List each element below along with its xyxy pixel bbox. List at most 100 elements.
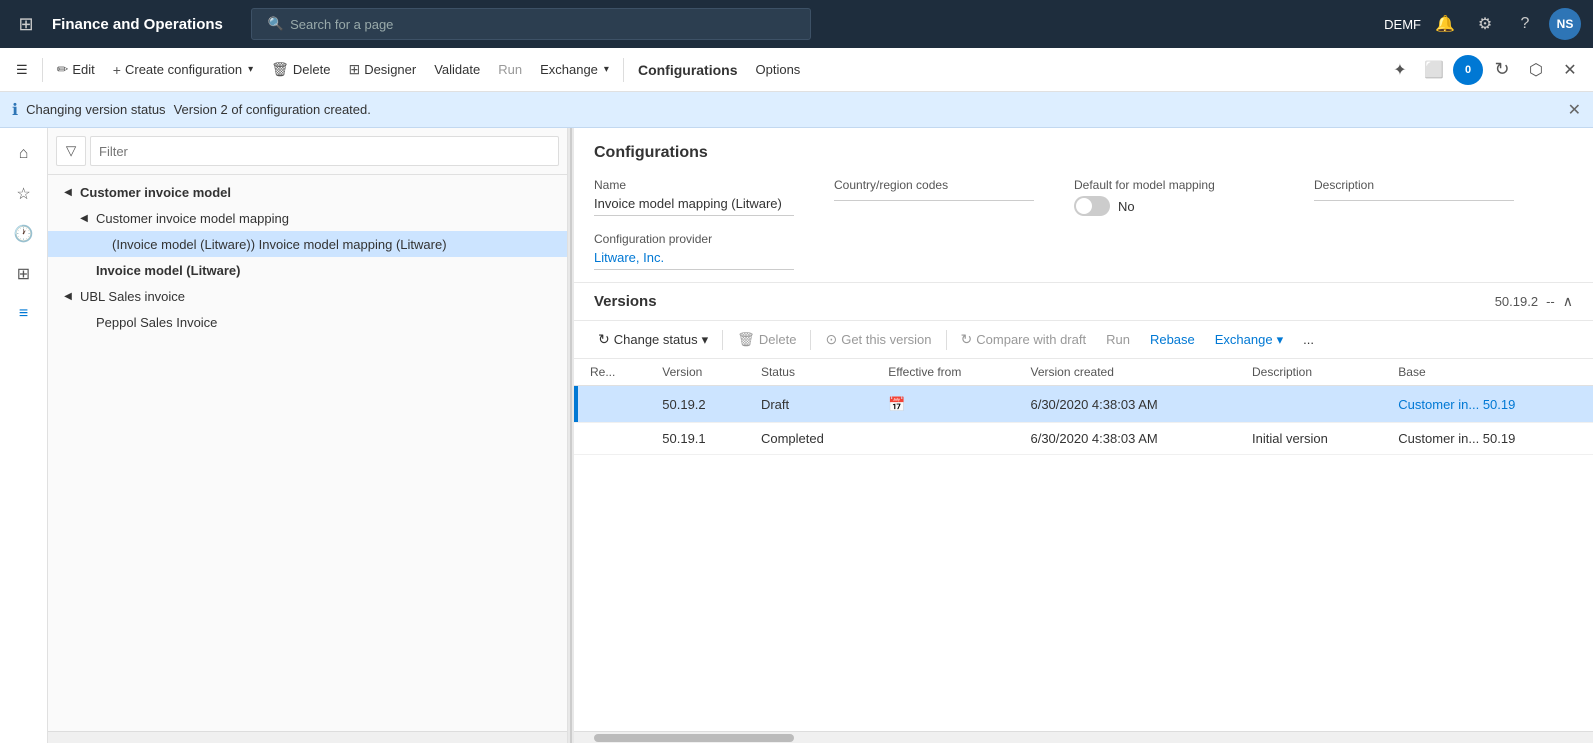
vtool-run-button[interactable]: Run [1098, 328, 1138, 351]
horizontal-scrollbar-thumb[interactable] [594, 734, 794, 742]
settings-icon[interactable]: ⚙ [1469, 8, 1501, 40]
default-mapping-label: Default for model mapping [1074, 178, 1274, 192]
default-mapping-toggle[interactable] [1074, 196, 1110, 216]
configurations-button[interactable]: Configurations [630, 58, 746, 82]
search-placeholder: Search for a page [290, 17, 393, 32]
personalize-icon[interactable]: ✦ [1385, 55, 1415, 85]
get-version-icon: ⊙ [825, 331, 837, 348]
col-header-effective-from[interactable]: Effective from [876, 359, 1018, 386]
tree-node-row-customer-invoice-model-mapping[interactable]: ◀ Customer invoice model mapping [48, 205, 567, 231]
designer-button[interactable]: ⊞ Designer [340, 57, 424, 82]
toggle-icon-mapping: ◀ [76, 210, 92, 226]
node-label-customer-invoice-model: Customer invoice model [80, 185, 559, 200]
more-button[interactable]: ... [1295, 328, 1322, 351]
user-avatar[interactable]: NS [1549, 8, 1581, 40]
col-header-version[interactable]: Version [650, 359, 749, 386]
tree-filter-bar: ▽ [48, 128, 567, 175]
toolbar-right-icons: ✦ ⬜ 0 ↻ ⬡ ✕ [1385, 55, 1585, 85]
col-header-re[interactable]: Re... [578, 359, 650, 386]
default-mapping-value: No [1118, 199, 1135, 214]
col-header-description[interactable]: Description [1240, 359, 1386, 386]
tree-node-row-invoice-model-litware[interactable]: (Invoice model (Litware)) Invoice model … [48, 231, 567, 257]
close-toolbar-icon[interactable]: ✕ [1555, 55, 1585, 85]
col-header-version-created[interactable]: Version created [1018, 359, 1240, 386]
vtool-exchange-label: Exchange [1215, 332, 1273, 347]
options-button[interactable]: Options [748, 58, 809, 81]
sidebar-home-icon[interactable]: ⌂ [6, 136, 42, 172]
get-version-button[interactable]: ⊙ Get this version [817, 327, 939, 352]
filter-input[interactable] [90, 136, 559, 166]
vtool-delete-label: Delete [759, 332, 797, 347]
col-header-status[interactable]: Status [749, 359, 876, 386]
create-config-button[interactable]: + Create configuration [105, 58, 261, 82]
configurations-label: Configurations [638, 62, 738, 78]
search-bar[interactable]: 🔍 Search for a page [251, 8, 811, 40]
exchange-button[interactable]: Exchange [532, 58, 617, 81]
change-status-chevron: ▾ [702, 332, 709, 348]
tree-node-row-ubl-sales[interactable]: ◀ UBL Sales invoice [48, 283, 567, 309]
company-label: DEMF [1384, 17, 1421, 32]
more-label: ... [1303, 332, 1314, 347]
cell-description-1 [1240, 386, 1386, 423]
badge-icon[interactable]: 0 [1453, 55, 1483, 85]
table-header-row: Re... Version Status Effective from Vers… [574, 359, 1593, 386]
designer-icon: ⊞ [348, 61, 360, 78]
version-separator: -- [1546, 294, 1555, 309]
rebase-label: Rebase [1150, 332, 1195, 347]
app-grid-icon[interactable]: ⊞ [12, 10, 40, 38]
compare-draft-button[interactable]: ↻ Compare with draft [953, 327, 1095, 352]
base-version-1[interactable]: 50.19 [1483, 397, 1516, 412]
table-row[interactable]: 50.19.1 Completed 6/30/2020 4:38:03 AM I… [574, 423, 1593, 455]
notification-icon[interactable]: 🔔 [1429, 8, 1461, 40]
node-label-invoice-model-litware: (Invoice model (Litware)) Invoice model … [112, 237, 559, 252]
tree-node-customer-invoice-model: ◀ Customer invoice model ◀ Customer invo… [48, 179, 567, 283]
versions-collapse-button[interactable]: ∧ [1563, 293, 1573, 310]
cell-status-1: Draft [749, 386, 876, 423]
sidebar-list-icon[interactable]: ≡ [6, 296, 42, 332]
vtool-sep-2 [810, 330, 811, 350]
sidebar-workspaces-icon[interactable]: ⊞ [6, 256, 42, 292]
provider-field-value[interactable]: Litware, Inc. [594, 250, 794, 270]
sidebar-favorites-icon[interactable]: ☆ [6, 176, 42, 212]
designer-label: Designer [364, 62, 416, 77]
change-status-button[interactable]: ↻ Change status ▾ [590, 327, 716, 352]
versions-section: Versions 50.19.2 -- ∧ ↻ Change status ▾ … [574, 283, 1593, 743]
validate-label: Validate [434, 62, 480, 77]
vtool-exchange-button[interactable]: Exchange ▾ [1207, 328, 1291, 352]
detail-bottom-scroll[interactable] [574, 731, 1593, 743]
cell-re-1 [578, 386, 650, 423]
calendar-icon-1[interactable]: 📅 [888, 396, 905, 412]
rebase-button[interactable]: Rebase [1142, 328, 1203, 351]
tree-node-row-peppol[interactable]: Peppol Sales Invoice [48, 309, 567, 335]
tree-bottom-scroll[interactable] [48, 731, 567, 743]
panel-icon[interactable]: ⬜ [1419, 55, 1449, 85]
col-header-base[interactable]: Base [1386, 359, 1593, 386]
toggle-icon-peppol [76, 314, 92, 330]
base-link-1[interactable]: Customer in... [1398, 397, 1479, 412]
sidebar-recent-icon[interactable]: 🕐 [6, 216, 42, 252]
table-row[interactable]: 50.19.2 Draft 📅 6/30/2020 4:38:03 AM Cus… [574, 386, 1593, 423]
versions-table: Re... Version Status Effective from Vers… [574, 359, 1593, 455]
tree-node-row-customer-invoice-model[interactable]: ◀ Customer invoice model [48, 179, 567, 205]
vtool-delete-button[interactable]: 🗑 Delete [729, 327, 804, 352]
country-field-label: Country/region codes [834, 178, 1034, 192]
delete-button[interactable]: 🗑 Delete [263, 57, 338, 82]
toggle-icon-ubl-sales: ◀ [60, 288, 76, 304]
toggle-knob [1076, 198, 1092, 214]
vtool-sep-1 [722, 330, 723, 350]
menu-toggle-button[interactable]: ☰ [8, 58, 36, 82]
tree-node-row-invoice-model-litware-2[interactable]: Invoice model (Litware) [48, 257, 567, 283]
name-field-value: Invoice model mapping (Litware) [594, 196, 794, 216]
edit-button[interactable]: ✏ Edit [49, 57, 103, 82]
cell-status-2: Completed [749, 423, 876, 455]
notification-close-button[interactable]: ✕ [1568, 100, 1581, 120]
validate-button[interactable]: Validate [426, 58, 488, 81]
detach-icon[interactable]: ⬡ [1521, 55, 1551, 85]
detail-header: Configurations Name Invoice model mappin… [574, 128, 1593, 283]
filter-icon-button[interactable]: ▽ [56, 136, 86, 166]
vtool-sep-3 [946, 330, 947, 350]
notification-message: Changing version status [26, 102, 165, 117]
refresh-icon[interactable]: ↻ [1487, 55, 1517, 85]
run-button[interactable]: Run [490, 58, 530, 81]
help-icon[interactable]: ? [1509, 8, 1541, 40]
